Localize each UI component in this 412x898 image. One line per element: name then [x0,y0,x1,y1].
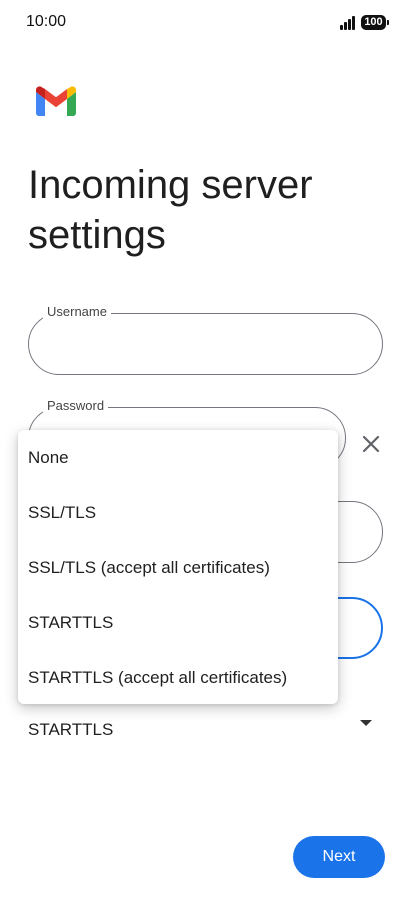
chevron-down-icon[interactable] [360,720,372,726]
security-type-menu: None SSL/TLS SSL/TLS (accept all certifi… [18,430,338,704]
gmail-logo-icon [36,86,76,116]
menu-item-starttls[interactable]: STARTTLS [18,595,338,650]
page-title: Incoming server settings [28,163,313,257]
status-bar: 10:00 100 [0,0,412,44]
signal-icon [340,16,356,30]
menu-item-starttls-accept-all[interactable]: STARTTLS (accept all certificates) [18,650,338,705]
password-label: Password [43,398,109,413]
menu-item-none[interactable]: None [18,430,338,485]
battery-icon: 100 [361,15,389,30]
username-field[interactable]: Username [28,304,383,375]
security-type-select[interactable]: STARTTLS [28,720,113,740]
status-time: 10:00 [26,13,67,30]
menu-item-ssl-tls[interactable]: SSL/TLS [18,485,338,540]
menu-item-ssl-tls-accept-all[interactable]: SSL/TLS (accept all certificates) [18,540,338,595]
close-icon[interactable] [360,433,382,455]
next-button[interactable]: Next [293,836,385,878]
username-label: Username [43,304,111,319]
